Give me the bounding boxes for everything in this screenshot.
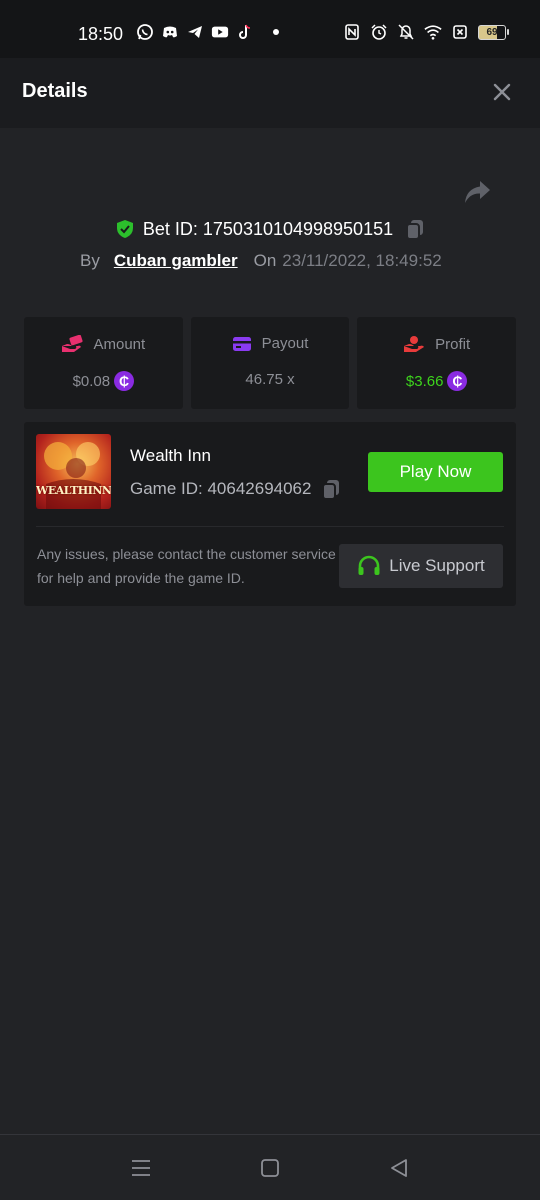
dot-icon [267, 23, 285, 41]
stat-payout-label: Payout [261, 335, 309, 352]
divider [36, 526, 504, 527]
discord-icon [161, 23, 179, 41]
copy-bet-id-button[interactable] [405, 218, 425, 240]
details-header: Details [0, 58, 540, 128]
page-title: Details [22, 80, 88, 102]
bet-stats: Amount $0.08 ₵ Payout 46.75 x Profit $3.… [24, 317, 517, 409]
wifi-icon [424, 23, 442, 41]
game-art [44, 442, 101, 509]
battery-icon: 69 [478, 24, 509, 40]
telegram-icon [186, 23, 204, 41]
status-bar: 18:50 69 [0, 0, 540, 58]
bet-id: Bet ID: 1750310104998950151 [142, 218, 394, 239]
headset-icon [358, 555, 380, 575]
stat-profit-label: Profit [435, 335, 471, 353]
alarm-icon [370, 23, 388, 41]
bet-author-row: By Cuban gambler On 23/11/2022, 18:49:52 [80, 250, 442, 272]
hand-money-icon [62, 335, 84, 352]
status-system-icons: 69 [343, 23, 509, 41]
user-link[interactable]: Cuban gambler [114, 251, 238, 271]
share-button[interactable] [462, 178, 492, 206]
stat-amount-label: Amount [93, 335, 146, 353]
close-button[interactable] [490, 80, 514, 104]
game-name: Wealth Inn [130, 446, 211, 465]
close-icon [493, 83, 511, 101]
live-support-button[interactable]: Live Support [339, 544, 503, 588]
hand-heart-icon [404, 336, 425, 352]
home-icon [261, 1159, 279, 1177]
stat-amount-value: $0.08 [72, 372, 111, 390]
system-nav-bar [0, 1134, 540, 1200]
card-icon [232, 336, 251, 351]
stat-payout-value: 46.75 x [245, 371, 295, 388]
game-id: Game ID: 40642694062 [130, 479, 312, 498]
game-id-row: Game ID: 40642694062 [130, 478, 341, 500]
play-now-button[interactable]: Play Now [368, 452, 503, 492]
share-icon [465, 181, 490, 203]
game-thumbnail[interactable]: WEALTHINN [36, 434, 111, 509]
on-label: On [253, 251, 277, 270]
coin-icon: ₵ [447, 371, 468, 391]
menu-button[interactable] [130, 1157, 152, 1179]
copy-icon [322, 480, 340, 500]
stat-amount: Amount $0.08 ₵ [24, 317, 183, 409]
home-button[interactable] [259, 1157, 281, 1179]
tiktok-icon [236, 23, 254, 41]
status-app-icons [136, 23, 285, 41]
game-card: WEALTHINN Wealth Inn Game ID: 4064269406… [24, 422, 516, 606]
copy-icon [406, 220, 424, 240]
whatsapp-icon [136, 23, 154, 41]
stat-profit: Profit $3.66 ₵ [357, 317, 517, 409]
menu-icon [132, 1160, 150, 1176]
game-thumbnail-logo: WEALTHINN [36, 484, 111, 497]
by-label: By [80, 251, 100, 270]
shield-check-icon [116, 220, 133, 238]
youtube-icon [211, 23, 229, 41]
bell-off-icon [397, 23, 415, 41]
status-time: 18:50 [78, 24, 124, 44]
help-text: Any issues, please contact the customer … [37, 546, 336, 586]
bet-date: 23/11/2022, 18:49:52 [282, 251, 442, 270]
bet-id-row: Bet ID: 1750310104998950151 [0, 217, 540, 241]
copy-game-id-button[interactable] [321, 478, 341, 500]
back-button[interactable] [388, 1157, 410, 1179]
stat-profit-value: $3.66 [405, 372, 444, 390]
stat-payout: Payout 46.75 x [190, 317, 350, 409]
sim-off-icon [451, 23, 469, 41]
back-icon [391, 1159, 407, 1177]
coin-icon: ₵ [114, 371, 135, 391]
live-support-label: Live Support [389, 556, 485, 575]
nfc-icon [343, 23, 361, 41]
